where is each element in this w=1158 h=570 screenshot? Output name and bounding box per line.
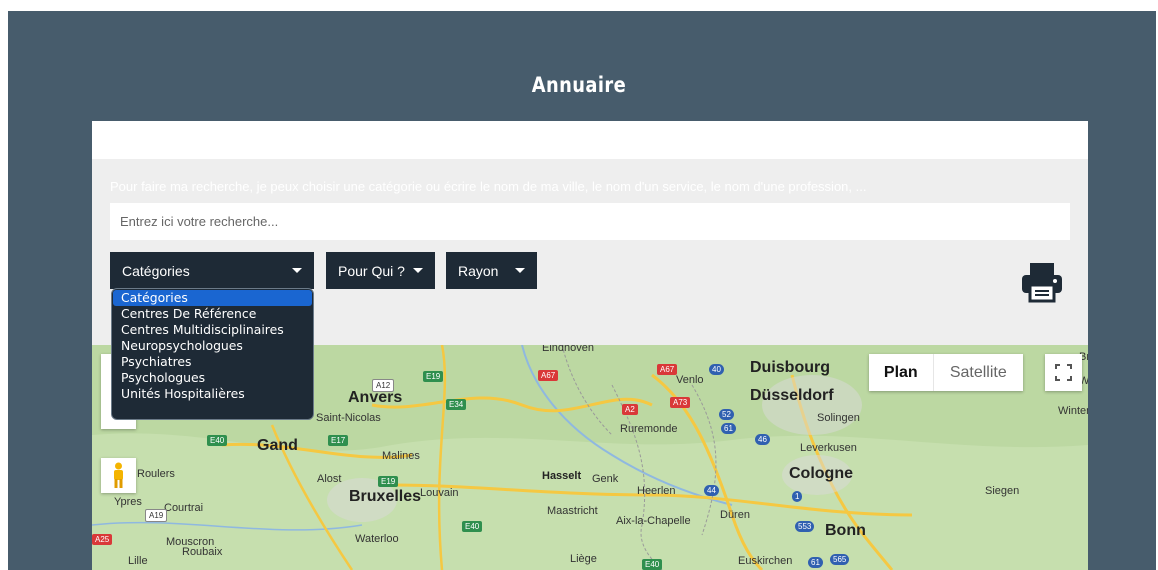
road-shield: A12 [372, 379, 395, 392]
map-label-heerlen: Heerlen [637, 485, 676, 497]
categories-dropdown[interactable]: Catégories [110, 252, 314, 289]
map-label-eindhoven: Eindhoven [542, 345, 594, 354]
fullscreen-button[interactable] [1045, 354, 1082, 391]
map-label-duren: Düren [720, 509, 750, 521]
map-label-liege: Liège [570, 553, 597, 565]
road-shield: 44 [704, 485, 719, 496]
pour-qui-label: Pour Qui ? [338, 262, 405, 279]
option-psychologues[interactable]: Psychologues [113, 370, 312, 386]
map-label-hasselt: Hasselt [542, 470, 582, 482]
map-label-venlo: Venlo [676, 374, 704, 386]
map-label-bonn: Bonn [825, 522, 866, 539]
map-label-aix-la-chapelle: Aix-la-Chapelle [616, 515, 691, 527]
map-label-saint-nicolas: Saint-Nicolas [316, 412, 381, 424]
map-label-ypres: Ypres [114, 496, 142, 508]
map-label-winter: Winter [1058, 405, 1088, 417]
road-shield: A67 [657, 364, 678, 375]
road-shield: E34 [446, 399, 467, 410]
road-shield: A25 [92, 534, 113, 545]
road-shield: E19 [423, 371, 444, 382]
caret-down-icon [292, 268, 302, 273]
map-label-malines: Malines [382, 450, 420, 462]
street-view-button[interactable] [101, 458, 136, 493]
pegman-icon [114, 462, 123, 488]
road-shield: 40 [709, 364, 724, 375]
map-label-bruxelles: Bruxelles [349, 488, 422, 505]
map-label-courtrai: Courtrai [164, 502, 204, 514]
option-neuropsychologues[interactable]: Neuropsychologues [113, 338, 312, 354]
map-label-maastricht: Maastricht [547, 505, 598, 517]
map-label-genk: Genk [592, 473, 619, 485]
caret-down-icon [515, 268, 525, 273]
map-label-cologne: Cologne [789, 465, 853, 482]
map-type-control: Plan Satellite [869, 354, 1023, 391]
road-shield: E19 [378, 476, 399, 487]
page-title: Annuaire [531, 73, 627, 97]
map-label-roubaix: Roubaix [182, 546, 223, 558]
road-shield: E17 [328, 435, 349, 446]
rayon-dropdown[interactable]: Rayon [446, 252, 537, 289]
map-type-plan[interactable]: Plan [869, 354, 933, 391]
road-shield: E40 [642, 559, 663, 570]
caret-down-icon [413, 268, 423, 273]
categories-label: Catégories [122, 262, 190, 279]
road-shield: 553 [795, 521, 815, 532]
print-button[interactable] [1020, 261, 1064, 303]
road-shield: A73 [670, 397, 691, 408]
search-hint: Pour faire ma recherche, je peux choisir… [110, 179, 867, 194]
option-centres-de-reference[interactable]: Centres De Référence [113, 306, 312, 322]
option-categories[interactable]: Catégories [113, 290, 312, 306]
road-shield: 565 [830, 554, 850, 565]
printer-icon [1022, 263, 1062, 303]
search-input[interactable] [110, 203, 1070, 240]
map-label-louvain: Louvain [420, 487, 459, 499]
road-shield: A19 [145, 509, 168, 522]
card-top [92, 121, 1088, 159]
option-centres-multidisciplinaires[interactable]: Centres Multidisciplinaires [113, 322, 312, 338]
road-shield: 46 [755, 434, 770, 445]
road-shield: E40 [462, 521, 483, 532]
road-shield: 61 [721, 423, 736, 434]
map-label-roulers: Roulers [137, 468, 175, 480]
road-shield: 52 [719, 409, 734, 420]
map-label-duisbourg: Duisbourg [750, 359, 830, 376]
fullscreen-icon [1055, 364, 1072, 381]
map-label-gand: Gand [257, 437, 298, 454]
map-label-euskirchen: Euskirchen [738, 555, 793, 567]
map-label-leverkusen: Leverkusen [800, 442, 857, 454]
map-label-siegen: Siegen [985, 485, 1020, 497]
road-shield: A2 [622, 404, 638, 415]
option-unites-hospitalieres[interactable]: Unités Hospitalières [113, 386, 312, 402]
map-label-ruremonde: Ruremonde [620, 423, 678, 435]
map-label-waterloo: Waterloo [355, 533, 399, 545]
option-psychiatres[interactable]: Psychiatres [113, 354, 312, 370]
road-shield: A67 [538, 370, 559, 381]
map-label-solingen: Solingen [817, 412, 860, 424]
road-shield: 61 [808, 557, 823, 568]
categories-listbox[interactable]: Catégories Centres De Référence Centres … [111, 288, 314, 420]
pour-qui-dropdown[interactable]: Pour Qui ? [326, 252, 435, 289]
road-shield: E40 [207, 435, 228, 446]
map-label-dusseldorf: Düsseldorf [750, 387, 834, 404]
map-type-satellite[interactable]: Satellite [932, 354, 1023, 391]
rayon-label: Rayon [458, 262, 499, 279]
map-label-lille: Lille [128, 555, 148, 567]
map-label-alost: Alost [317, 473, 342, 485]
